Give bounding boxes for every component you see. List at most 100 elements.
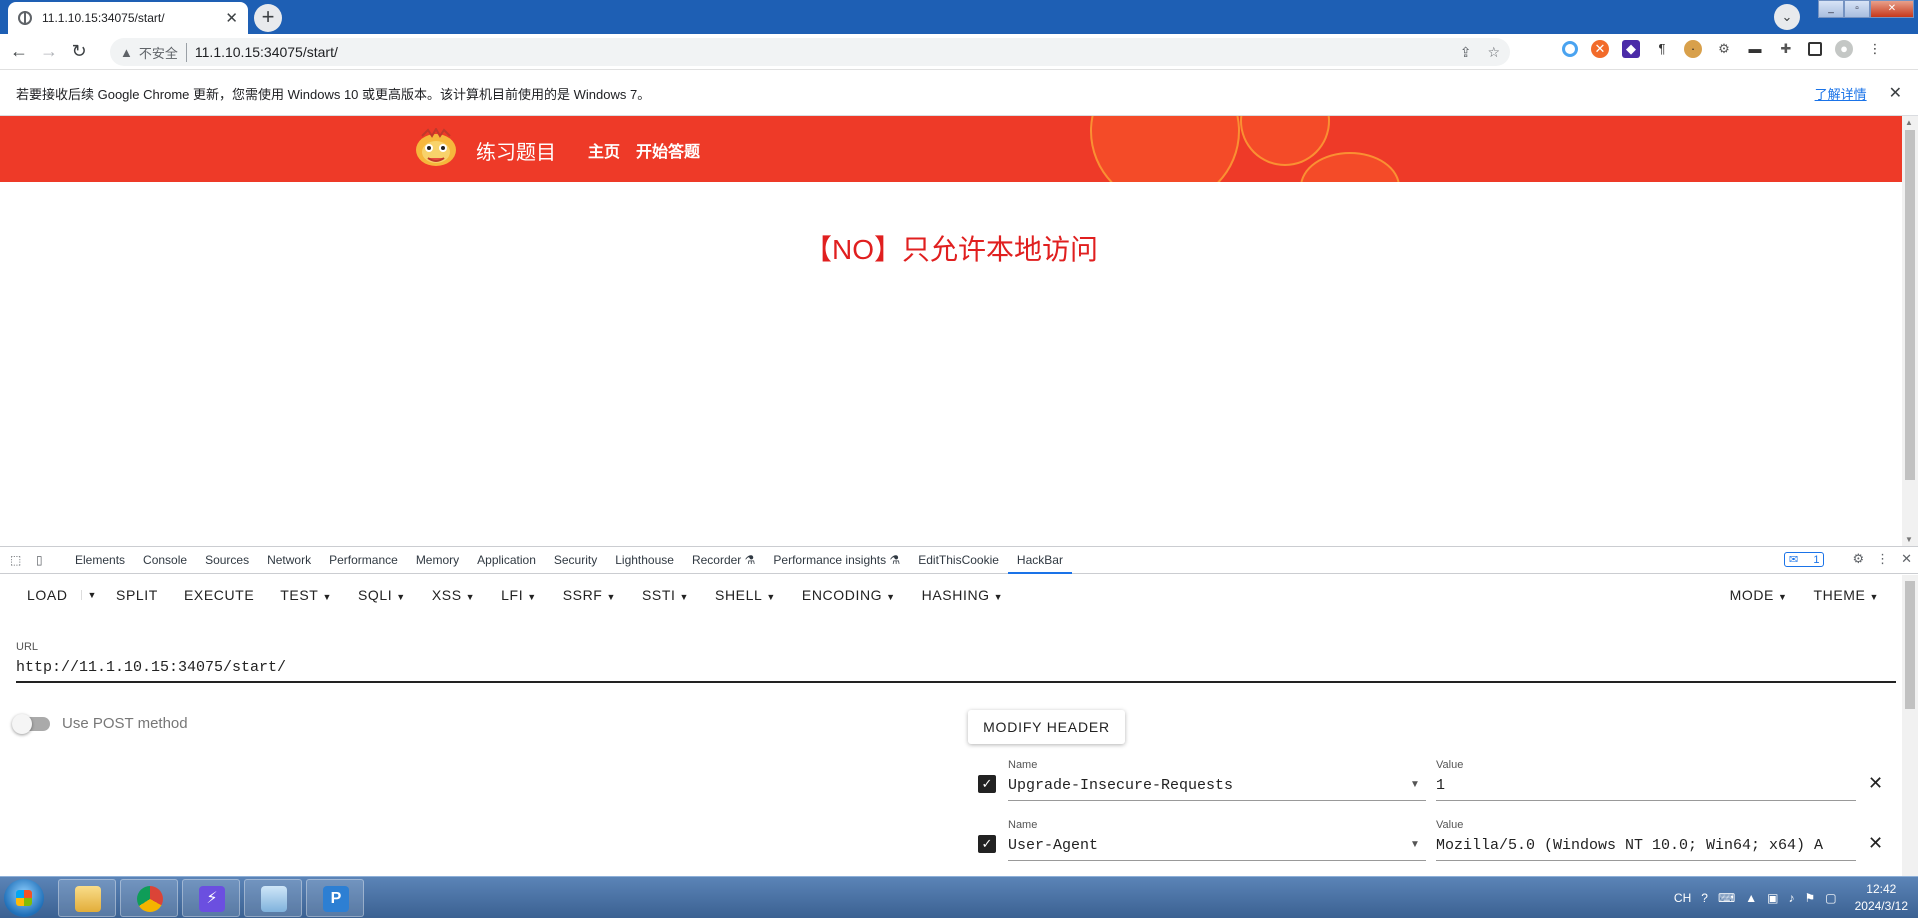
flag-icon[interactable]: ⚑ — [1805, 891, 1816, 905]
profile-avatar-icon[interactable]: ● — [1835, 40, 1853, 58]
explorer-taskbar-button[interactable] — [58, 879, 116, 917]
header-value-input[interactable]: Mozilla/5.0 (Windows NT 10.0; Win64; x64… — [1436, 837, 1856, 861]
header-name-dropdown-icon[interactable]: ▼ — [1410, 839, 1420, 850]
devtools-tab-security[interactable]: Security — [545, 547, 606, 574]
devtools-tab-network[interactable]: Network — [258, 547, 320, 574]
header-enabled-checkbox[interactable]: ✓ — [978, 775, 996, 793]
new-tab-button[interactable]: + — [254, 4, 282, 32]
load-button[interactable]: LOAD — [0, 587, 81, 603]
shell-menu[interactable]: SHELL ▼ — [702, 587, 789, 603]
lfi-menu[interactable]: LFI ▼ — [488, 587, 550, 603]
devtools-tab-performance[interactable]: Performance — [320, 547, 407, 574]
maximize-icon[interactable]: ▫ — [1844, 0, 1870, 18]
load-dropdown-icon[interactable]: ▼ — [80, 590, 104, 600]
scroll-down-icon[interactable]: ▼ — [1905, 535, 1913, 544]
p-app-taskbar-button[interactable]: P — [306, 879, 364, 917]
start-button-icon[interactable] — [4, 879, 44, 917]
devtools-menu-icon[interactable]: ⋮ — [1876, 551, 1889, 567]
theme-menu[interactable]: THEME ▼ — [1800, 587, 1892, 603]
minimize-icon[interactable]: _ — [1818, 0, 1844, 18]
post-toggle-switch[interactable] — [12, 713, 50, 734]
devtools-tab-recorder[interactable]: Recorder ⚗ — [683, 547, 764, 574]
page-scrollbar[interactable]: ▲ ▼ — [1902, 116, 1918, 546]
warning-icon[interactable]: ▲ — [120, 45, 133, 60]
settings-gear-icon[interactable]: ⚙ — [1852, 551, 1864, 567]
system-clock[interactable]: 12:42 2024/3/12 — [1855, 881, 1908, 915]
header-enabled-checkbox[interactable]: ✓ — [978, 835, 996, 853]
devtools-scroll-thumb[interactable] — [1905, 581, 1915, 709]
devtools-tab-memory[interactable]: Memory — [407, 547, 468, 574]
remove-header-icon[interactable]: ✕ — [1868, 773, 1883, 794]
devtools-tab-application[interactable]: Application — [468, 547, 545, 574]
side-panel-icon[interactable] — [1808, 42, 1822, 56]
test-menu[interactable]: TEST ▼ — [267, 587, 345, 603]
remove-header-icon[interactable]: ✕ — [1868, 833, 1883, 854]
nav-start-quiz-link[interactable]: 开始答题 — [636, 138, 700, 162]
orange-extension-icon[interactable]: ✕ — [1591, 40, 1609, 58]
chrome-taskbar-button[interactable] — [120, 879, 178, 917]
volume-icon[interactable]: ♪ — [1789, 891, 1795, 905]
app-taskbar-button[interactable]: ⚡ — [182, 879, 240, 917]
help-icon[interactable]: ? — [1701, 891, 1708, 905]
devtools-tab-console[interactable]: Console — [134, 547, 196, 574]
modify-header-button[interactable]: MODIFY HEADER — [968, 710, 1125, 744]
window-close-icon[interactable]: ✕ — [1870, 0, 1914, 18]
devtools-tab-lighthouse[interactable]: Lighthouse — [606, 547, 683, 574]
paragraph-extension-icon[interactable]: ¶ — [1653, 40, 1671, 58]
issues-badge[interactable]: ✉ 1 — [1784, 551, 1825, 567]
sqli-menu[interactable]: SQLI ▼ — [345, 587, 419, 603]
mode-menu[interactable]: MODE ▼ — [1717, 587, 1801, 603]
notepad-taskbar-button[interactable] — [244, 879, 302, 917]
header-name-input[interactable]: Upgrade-Insecure-Requests — [1008, 777, 1426, 801]
url-text[interactable]: 11.1.10.15:34075/start/ — [195, 44, 1444, 60]
tab-close-icon[interactable]: ✕ — [225, 9, 238, 27]
scroll-thumb[interactable] — [1905, 130, 1915, 480]
language-indicator[interactable]: CH — [1674, 891, 1691, 905]
share-icon[interactable]: ⇪ — [1460, 44, 1472, 61]
chrome-menu-icon[interactable]: ⋮ — [1866, 40, 1884, 58]
cookie-extension-icon[interactable]: · — [1684, 40, 1702, 58]
execute-button[interactable]: EXECUTE — [171, 587, 267, 603]
devtools-close-icon[interactable]: ✕ — [1901, 551, 1912, 567]
device-toolbar-icon[interactable]: ▯ — [36, 553, 52, 567]
header-name-input[interactable]: User-Agent — [1008, 837, 1426, 861]
ssti-menu[interactable]: SSTI ▼ — [629, 587, 702, 603]
bookmark-star-icon[interactable]: ☆ — [1487, 44, 1500, 61]
inspect-element-icon[interactable]: ⬚ — [10, 553, 26, 567]
devtools-scrollbar[interactable] — [1902, 575, 1918, 877]
gear-extension-icon[interactable]: ⚙ — [1715, 40, 1733, 58]
scroll-up-icon[interactable]: ▲ — [1905, 118, 1913, 127]
devtools-tab-hackbar[interactable]: HackBar — [1007, 547, 1072, 574]
hackbar-extension-icon[interactable]: ◆ — [1622, 40, 1640, 58]
hat-extension-icon[interactable]: ▬ — [1746, 40, 1764, 58]
devtools-tab-performance-insights[interactable]: Performance insights ⚗ — [764, 547, 909, 574]
nav-home-link[interactable]: 主页 — [588, 138, 620, 162]
header-value-input[interactable]: 1 — [1436, 777, 1856, 801]
network-icon[interactable]: ▣ — [1767, 891, 1778, 905]
browser-tab[interactable]: 11.1.10.15:34075/start/ ✕ — [8, 2, 248, 34]
show-hidden-icons[interactable]: ▲ — [1745, 891, 1757, 905]
devtools-tab-elements[interactable]: Elements — [66, 547, 134, 574]
screen-icon[interactable]: ▢ — [1825, 891, 1836, 905]
address-bar[interactable]: ▲ 不安全 11.1.10.15:34075/start/ ⇪ ☆ — [110, 38, 1510, 66]
learn-more-link[interactable]: 了解详情 — [1815, 84, 1867, 103]
forward-icon[interactable]: → — [38, 41, 60, 62]
post-method-toggle[interactable]: Use POST method — [12, 713, 188, 734]
ssrf-menu[interactable]: SSRF ▼ — [550, 587, 629, 603]
security-label[interactable]: 不安全 — [139, 42, 187, 62]
encoding-menu[interactable]: ENCODING ▼ — [789, 587, 909, 603]
tab-search-icon[interactable]: ⌄ — [1774, 4, 1800, 30]
url-input[interactable]: http://11.1.10.15:34075/start/ — [16, 659, 1896, 683]
hashing-menu[interactable]: HASHING ▼ — [909, 587, 1017, 603]
infobar-close-icon[interactable]: ✕ — [1889, 83, 1902, 103]
devtools-tab-editthiscookie[interactable]: EditThisCookie — [909, 547, 1008, 574]
xss-menu[interactable]: XSS ▼ — [419, 587, 488, 603]
circle-extension-icon[interactable] — [1562, 41, 1578, 57]
header-name-dropdown-icon[interactable]: ▼ — [1410, 779, 1420, 790]
split-button[interactable]: SPLIT — [103, 587, 171, 603]
puzzle-icon[interactable]: ✚ — [1777, 40, 1795, 58]
devtools-tab-sources[interactable]: Sources — [196, 547, 258, 574]
back-icon[interactable]: ← — [8, 41, 30, 62]
reload-icon[interactable]: ↻ — [68, 41, 90, 62]
input-method-icon[interactable]: ⌨ — [1718, 891, 1735, 905]
